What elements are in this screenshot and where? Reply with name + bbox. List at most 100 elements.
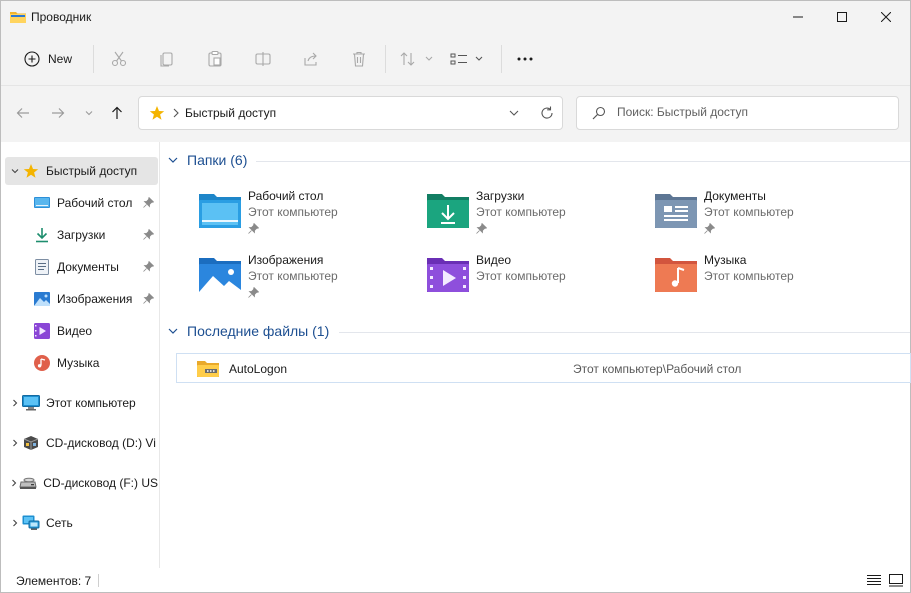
pin-icon[interactable] [143,197,154,208]
star-icon [22,162,40,180]
chevron-down-icon [168,328,178,334]
status-bar: Элементов: 7 [1,568,910,592]
desktop-icon [33,194,51,212]
rename-button[interactable] [251,47,275,71]
navigation-pane: Быстрый доступ Рабочий стол Загрузки Док… [1,142,160,568]
sidebar-item-quick-access[interactable]: Быстрый доступ [5,157,158,185]
sidebar-item-label: Музыка [57,356,100,370]
network-icon [22,514,40,532]
maximize-icon [837,12,847,22]
delete-button[interactable] [347,47,371,71]
window-title: Проводник [31,10,92,24]
title-bar[interactable]: Проводник [1,1,910,33]
share-icon [304,52,317,66]
sidebar-item-music[interactable]: Музыка [5,349,158,377]
sidebar-item-this-pc[interactable]: Этот компьютер [5,389,158,417]
folder-tile-music[interactable]: Музыка Этот компьютер [654,250,874,306]
expand-toggle[interactable] [8,438,22,448]
folder-tile-pictures[interactable]: Изображения Этот компьютер [198,250,418,306]
sidebar-item-cd-drive-f[interactable]: CD-дисковод (F:) US [5,469,158,497]
sort-button[interactable] [399,47,437,71]
sidebar-item-label: Рабочий стол [57,196,133,210]
address-bar[interactable]: Быстрый доступ [138,96,563,130]
status-divider [98,574,99,587]
pin-icon[interactable] [143,261,154,272]
paste-button[interactable] [203,47,227,71]
recent-file-location: Этот компьютер\Рабочий стол [573,362,742,376]
sidebar-item-desktop[interactable]: Рабочий стол [5,189,158,217]
search-box[interactable] [576,96,899,130]
chevron-down-icon[interactable] [508,107,520,119]
folder-name: Загрузки [476,189,525,203]
more-button[interactable] [513,47,537,71]
recent-locations-button[interactable] [79,103,99,123]
expand-toggle[interactable] [8,398,22,408]
sidebar-item-label: CD-дисковод (F:) US [43,476,158,490]
folder-name: Музыка [704,253,747,267]
toolbar-separator [501,45,502,73]
forward-button[interactable] [48,103,68,123]
view-icon [450,53,483,65]
folders-group-header[interactable]: Папки (6) [167,152,247,168]
group-divider [256,161,910,162]
close-button[interactable] [863,1,909,33]
sidebar-item-pictures[interactable]: Изображения [5,285,158,313]
chevron-down-icon [85,111,93,116]
chevron-right-icon [173,108,179,118]
cut-button[interactable] [107,47,131,71]
command-bar: New [1,33,910,86]
sidebar-item-network[interactable]: Сеть [5,509,158,537]
folder-tile-downloads[interactable]: Загрузки Этот компьютер [426,186,646,242]
close-icon [881,12,891,22]
recent-group-header[interactable]: Последние файлы (1) [167,323,329,339]
maximize-button[interactable] [819,1,865,33]
tiles-view-icon [889,573,903,586]
music-folder-icon [655,258,697,292]
sidebar-item-label: Загрузки [57,228,106,242]
expand-toggle[interactable] [8,478,19,488]
expand-toggle[interactable] [8,166,22,176]
view-button[interactable] [449,47,489,71]
video-icon [33,322,51,340]
computer-icon [22,394,40,412]
sidebar-item-video[interactable]: Видео [5,317,158,345]
folders-group-title: Папки (6) [187,152,248,168]
folder-tile-desktop[interactable]: Рабочий стол Этот компьютер [198,186,418,242]
chevron-down-icon [11,169,19,174]
refresh-icon[interactable] [539,105,555,121]
new-button[interactable]: New [15,43,87,75]
recent-file-row[interactable]: AutoLogon Этот компьютер\Рабочий стол [176,353,911,383]
address-path[interactable]: Быстрый доступ [185,106,276,120]
sidebar-item-documents[interactable]: Документы [5,253,158,281]
copy-button[interactable] [155,47,179,71]
copy-icon [160,52,173,67]
minimize-button[interactable] [775,1,821,33]
arrow-right-icon [52,108,65,118]
delete-icon [353,51,365,67]
sidebar-item-label: Этот компьютер [46,396,136,410]
up-button[interactable] [107,103,127,123]
folder-tile-video[interactable]: Видео Этот компьютер [426,250,646,306]
star-icon [149,106,165,120]
back-button[interactable] [13,103,33,123]
group-divider [339,332,910,333]
sidebar-item-label: Видео [57,324,93,338]
folder-name: Видео [476,253,512,267]
sidebar-item-cd-drive-d[interactable]: CD-дисковод (D:) Vi [5,429,158,457]
details-view-button[interactable] [865,572,883,588]
cd-drive-icon [19,474,37,492]
share-button[interactable] [299,47,323,71]
rename-icon [255,52,271,66]
pin-icon[interactable] [143,229,154,240]
download-icon [33,226,51,244]
sidebar-item-downloads[interactable]: Загрузки [5,221,158,249]
search-input[interactable] [617,105,887,119]
document-icon [33,258,51,276]
folder-tile-documents[interactable]: Документы Этот компьютер [654,186,874,242]
cut-icon [111,51,127,67]
folder-location: Этот компьютер [248,269,338,283]
expand-toggle[interactable] [8,518,22,528]
pin-icon[interactable] [143,293,154,304]
tiles-view-button[interactable] [887,572,905,588]
folder-app-icon [10,12,26,23]
